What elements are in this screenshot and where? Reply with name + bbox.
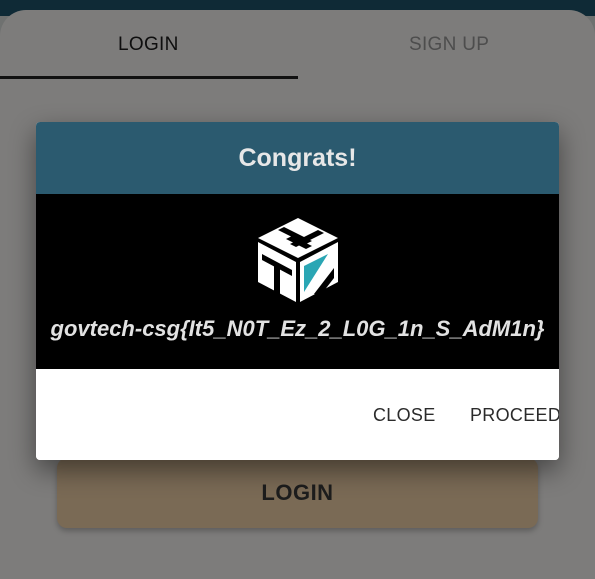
flag-text: govtech-csg{It5_N0T_Ez_2_L0G_1n_S_AdM1n}: [50, 316, 545, 341]
proceed-button[interactable]: PROCEED: [470, 405, 559, 426]
login-button-label: LOGIN: [261, 480, 334, 505]
tab-login[interactable]: LOGIN: [118, 34, 179, 56]
stack-logo-icon: [258, 218, 338, 302]
tab-signup[interactable]: SIGN UP: [409, 34, 489, 56]
active-tab-indicator: [0, 76, 298, 79]
dialog-header: Congrats!: [36, 122, 559, 194]
dialog-title: Congrats!: [238, 143, 357, 172]
congrats-dialog: Congrats! govtech-csg{It5_N0T_Ez_2_L0G_1…: [36, 122, 559, 460]
login-button[interactable]: LOGIN: [57, 458, 538, 528]
close-button[interactable]: CLOSE: [373, 405, 436, 426]
dialog-body: govtech-csg{It5_N0T_Ez_2_L0G_1n_S_AdM1n}: [36, 194, 559, 369]
